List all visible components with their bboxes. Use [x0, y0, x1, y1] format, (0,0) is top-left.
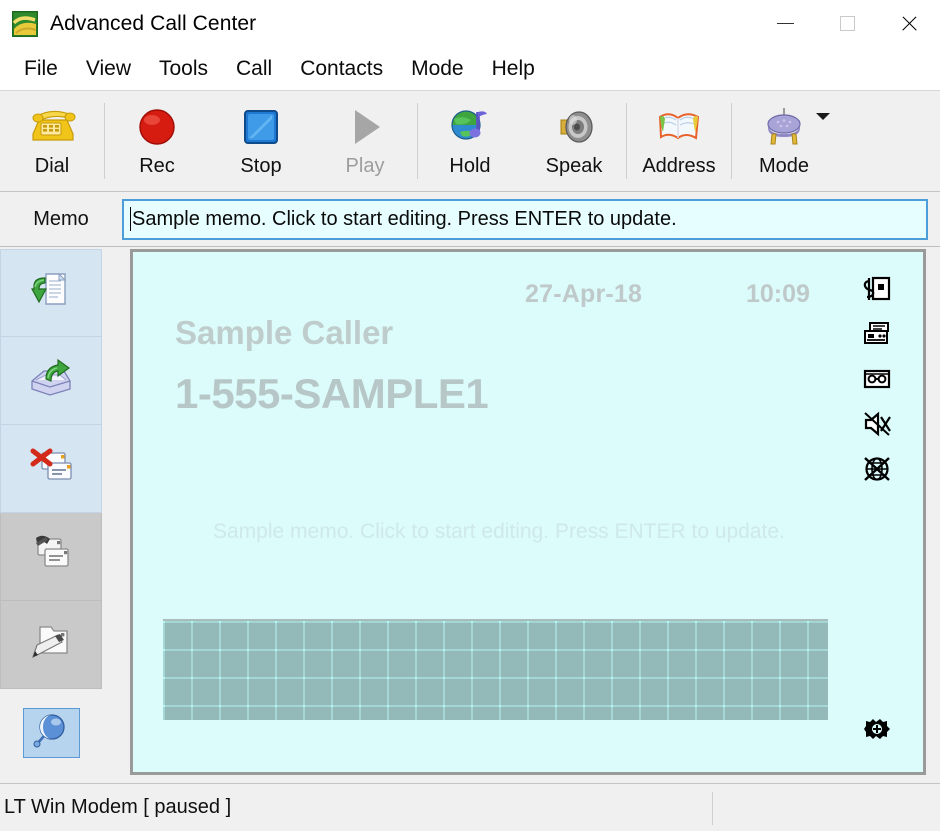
- toolbar-label-play: Play: [345, 155, 385, 177]
- toolbar: Dial Rec Stop Play Hold Speak Address Mo…: [0, 91, 940, 192]
- folder-pencil-icon: [24, 615, 78, 674]
- minimize-icon[interactable]: [754, 0, 816, 47]
- memo-input[interactable]: Sample memo. Click to start editing. Pre…: [122, 198, 928, 240]
- toolbar-label-dial: Dial: [34, 155, 70, 177]
- toolbar-label-hold: Hold: [449, 155, 491, 177]
- sidebar-item-export-record[interactable]: [0, 337, 102, 425]
- display-memo-text: Sample memo. Click to start editing. Pre…: [213, 520, 785, 543]
- address-book-icon: [653, 101, 705, 153]
- chevron-down-icon[interactable]: [816, 113, 830, 120]
- sidebar-item-print-records[interactable]: [0, 513, 102, 601]
- caller-number: 1-555-SAMPLE1: [175, 370, 489, 417]
- stop-square-icon: [235, 101, 287, 153]
- cards-print-icon: [24, 527, 78, 586]
- sidebar-item-call-properties[interactable]: [0, 689, 102, 777]
- close-icon[interactable]: [878, 0, 940, 47]
- application-window: Advanced Call Center File View Tools Cal…: [0, 0, 940, 831]
- memo-row: Memo Sample memo. Click to start editing…: [0, 192, 940, 247]
- toolbar-button-rec[interactable]: Rec: [105, 91, 209, 191]
- status-device-text: LT Win Modem [ paused ]: [4, 796, 232, 818]
- toolbar-label-stop: Stop: [240, 155, 282, 177]
- sidebar-item-edit-record[interactable]: [0, 601, 102, 689]
- toolbar-button-stop[interactable]: Stop: [209, 91, 313, 191]
- text-cursor: [130, 207, 131, 231]
- status-divider: [712, 792, 713, 825]
- title-bar: Advanced Call Center: [0, 0, 940, 47]
- sidebar-item-save-to-file[interactable]: [0, 249, 102, 337]
- toolbar-label-address: Address: [642, 155, 716, 177]
- toolbar-button-speak[interactable]: Speak: [522, 91, 626, 191]
- waveform-grid: [163, 619, 828, 720]
- speaker-icon: [548, 101, 600, 153]
- menu-item-mode[interactable]: Mode: [397, 57, 478, 81]
- call-date: 27-Apr-18: [525, 280, 643, 308]
- call-time: 10:09: [746, 280, 810, 308]
- menu-item-help[interactable]: Help: [478, 57, 549, 81]
- caller-name: Sample Caller: [175, 314, 394, 351]
- globe-music-icon: [444, 101, 496, 153]
- sidebar: [0, 247, 102, 783]
- blue-balloon-icon: [30, 710, 72, 757]
- cards-red-x-icon: [24, 439, 78, 498]
- window-controls: [754, 0, 940, 47]
- toolbar-button-play[interactable]: Play: [313, 91, 417, 191]
- maximize-icon[interactable]: [816, 0, 878, 47]
- memo-label: Memo: [33, 207, 89, 230]
- toolbar-button-address[interactable]: Address: [627, 91, 731, 191]
- answering-machine-icon: [861, 356, 893, 401]
- sidebar-item-delete-record[interactable]: [0, 425, 102, 513]
- window-title: Advanced Call Center: [50, 11, 257, 35]
- gear-settings-icon[interactable]: [863, 714, 893, 744]
- memo-input-value: Sample memo. Click to start editing. Pre…: [132, 207, 677, 230]
- toolbar-button-mode[interactable]: Mode: [732, 91, 836, 191]
- toolbar-label-rec: Rec: [139, 155, 175, 177]
- tray-out-arrow-icon: [24, 351, 78, 410]
- document-down-arrow-icon: [24, 264, 78, 323]
- menu-bar: File View Tools Call Contacts Mode Help: [0, 47, 940, 91]
- menu-item-tools[interactable]: Tools: [145, 57, 222, 81]
- toolbar-label-mode: Mode: [758, 155, 810, 177]
- menu-item-view[interactable]: View: [72, 57, 145, 81]
- modem-plug-icon: [758, 101, 810, 153]
- main-body: 27-Apr-18 10:09 Sample Caller 1-555-SAMP…: [0, 247, 940, 783]
- fax-machine-icon: [861, 311, 893, 356]
- record-circle-icon: [131, 101, 183, 153]
- menu-item-contacts[interactable]: Contacts: [286, 57, 397, 81]
- telephone-icon: [26, 101, 78, 153]
- call-display-wrapper: 27-Apr-18 10:09 Sample Caller 1-555-SAMP…: [102, 247, 940, 783]
- menu-item-file[interactable]: File: [10, 57, 72, 81]
- globe-blocked-icon: [861, 446, 893, 491]
- status-bar: LT Win Modem [ paused ]: [0, 783, 940, 831]
- toolbar-button-dial[interactable]: Dial: [0, 91, 104, 191]
- call-counter-icon: [861, 266, 893, 311]
- speaker-muted-icon: [861, 401, 893, 446]
- call-display-panel[interactable]: 27-Apr-18 10:09 Sample Caller 1-555-SAMP…: [130, 249, 926, 775]
- toolbar-button-hold[interactable]: Hold: [418, 91, 522, 191]
- call-status-icons: [859, 266, 895, 491]
- app-logo-icon: [12, 10, 38, 37]
- play-triangle-icon: [339, 101, 391, 153]
- toolbar-label-speak: Speak: [545, 155, 603, 177]
- sidebar-item-selected-indicator: [22, 708, 80, 758]
- menu-item-call[interactable]: Call: [222, 57, 286, 81]
